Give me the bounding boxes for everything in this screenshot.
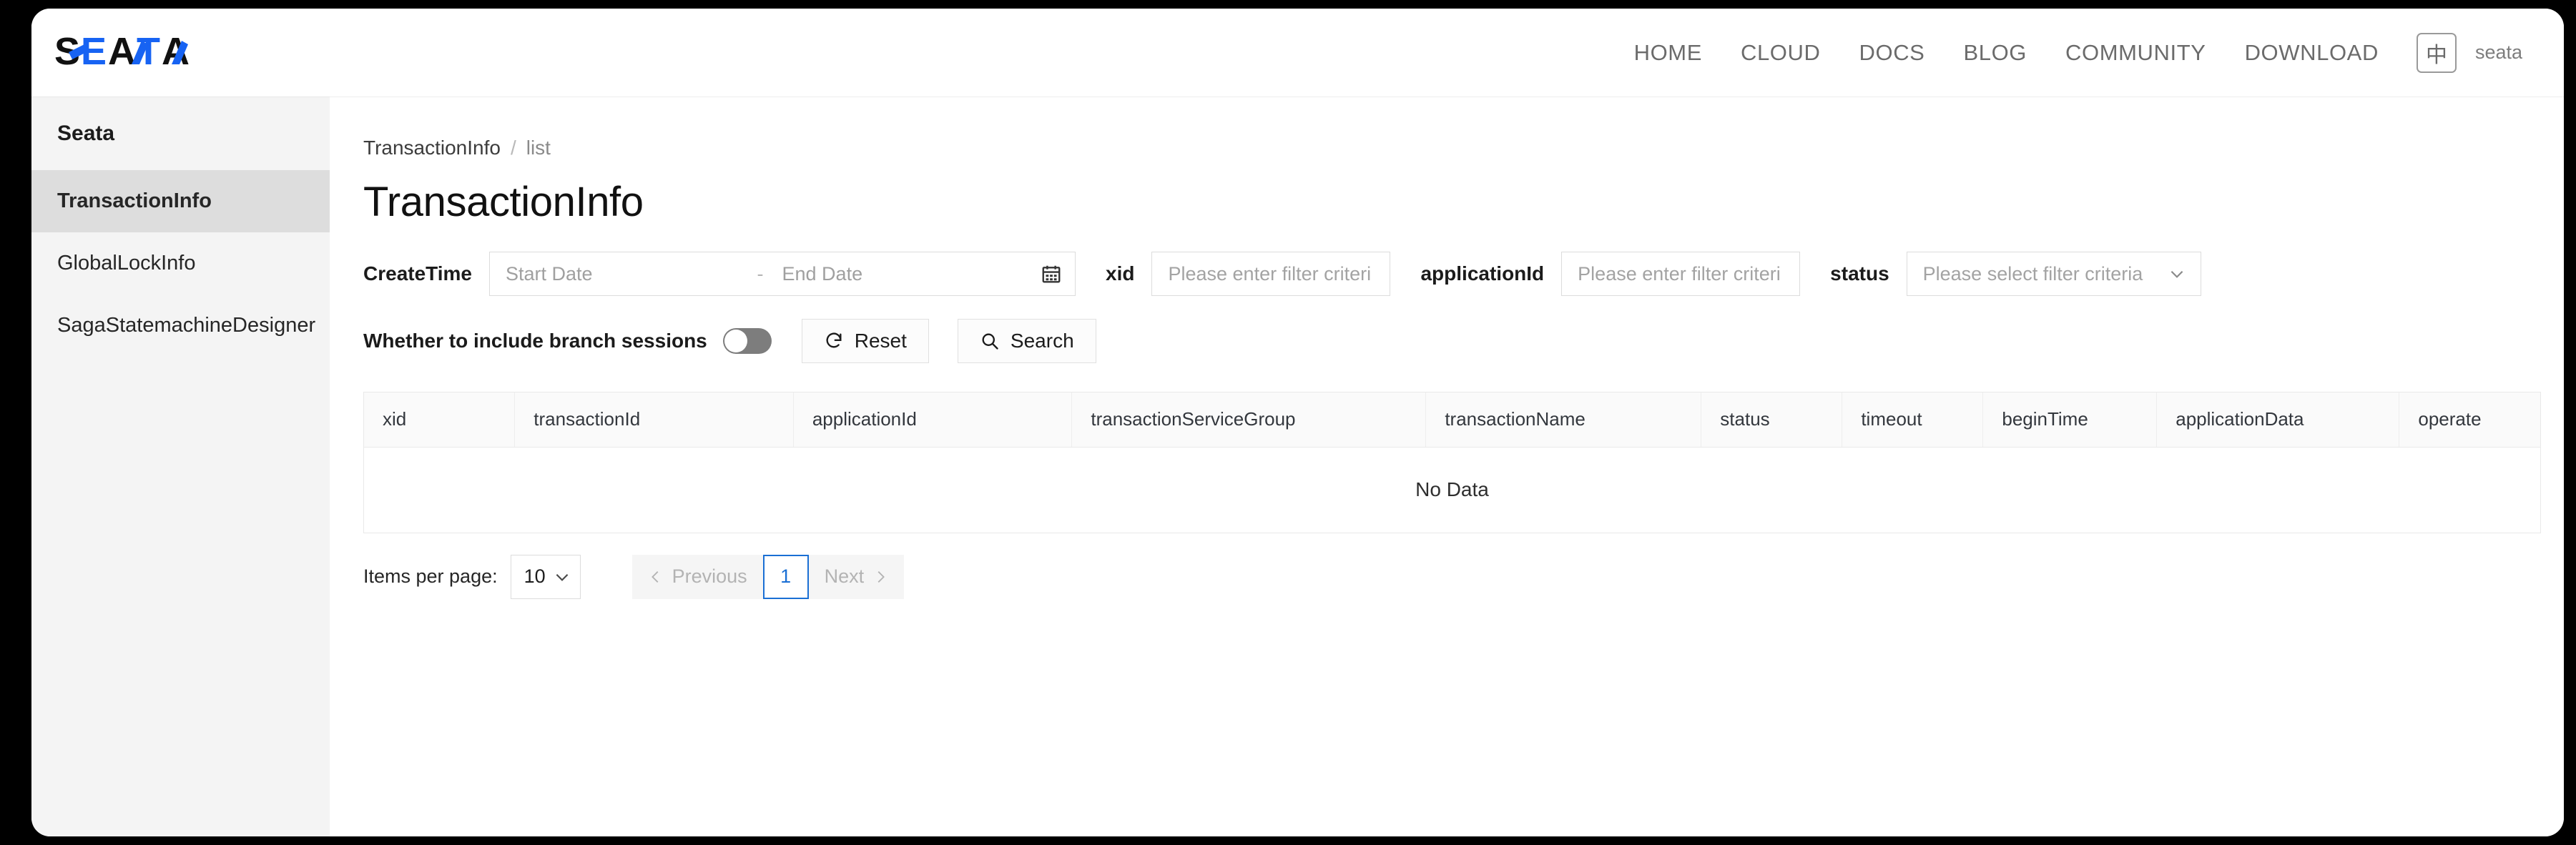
branch-sessions-toggle[interactable] [722, 328, 772, 354]
page-number-1[interactable]: 1 [762, 554, 809, 599]
chevron-down-icon [553, 568, 571, 586]
previous-page-label: Previous [672, 565, 747, 587]
user-name-label[interactable]: seata [2475, 41, 2535, 64]
status-label: status [1830, 262, 1889, 285]
chevron-left-icon [648, 569, 664, 585]
createtime-label: CreateTime [363, 262, 473, 285]
table-header-row: xid transactionId applicationId transact… [364, 392, 2540, 448]
column-header-xid[interactable]: xid [364, 392, 516, 448]
column-header-transactionid[interactable]: transactionId [514, 392, 794, 448]
items-per-page-value: 10 [523, 565, 546, 587]
sidebar-item-globallockinfo[interactable]: GlobalLockInfo [31, 232, 330, 295]
top-navigation-bar: S E A T A HOME CLOUD DOCS BLOG COMMUNITY… [31, 9, 2564, 97]
table-header: xid transactionId applicationId transact… [364, 392, 2540, 448]
applicationid-input[interactable]: Please enter filter criteri [1561, 252, 1801, 296]
status-select[interactable]: Please select filter criteria [1906, 252, 2201, 296]
applicationid-label: applicationId [1420, 262, 1545, 285]
sidebar: Seata TransactionInfo GlobalLockInfo Sag… [31, 97, 330, 836]
sidebar-item-transactioninfo[interactable]: TransactionInfo [31, 170, 330, 232]
nav-link-blog[interactable]: BLOG [1944, 33, 2046, 73]
search-button[interactable]: Search [957, 319, 1096, 363]
page-title: TransactionInfo [363, 179, 644, 225]
sidebar-title: Seata [57, 122, 115, 145]
svg-text:A: A [162, 31, 190, 73]
app-window: S E A T A HOME CLOUD DOCS BLOG COMMUNITY… [31, 9, 2564, 836]
pagination-nav: Previous 1 Next [631, 554, 905, 599]
svg-text:A: A [108, 31, 136, 73]
column-header-begintime[interactable]: beginTime [1982, 392, 2158, 448]
breadcrumb-root[interactable]: TransactionInfo [363, 137, 501, 159]
start-date-input[interactable]: Start Date [490, 263, 754, 285]
nav-link-docs[interactable]: DOCS [1840, 33, 1945, 73]
next-page-label: Next [824, 565, 865, 587]
pagination: Items per page: 10 Previous 1 Next [330, 533, 2564, 599]
column-header-status[interactable]: status [1701, 392, 1843, 448]
items-per-page-label: Items per page: [363, 565, 498, 587]
column-header-operate[interactable]: operate [2399, 392, 2540, 448]
end-date-input[interactable]: End Date [767, 263, 1031, 285]
nav-links: HOME CLOUD DOCS BLOG COMMUNITY DOWNLOAD … [1615, 32, 2564, 73]
next-page-button[interactable]: Next [809, 555, 905, 599]
search-icon [980, 331, 1000, 351]
toggle-row: Whether to include branch sessions Reset [330, 296, 2564, 363]
branch-sessions-label: Whether to include branch sessions [363, 330, 707, 352]
toggle-knob [724, 330, 747, 352]
table-body: No Data [364, 447, 2540, 533]
sidebar-item-sagastatemachinedesigner[interactable]: SagaStatemachineDesigner [31, 295, 330, 357]
reset-button-label: Reset [854, 330, 907, 352]
main-content: TransactionInfo / list TransactionInfo C… [330, 97, 2564, 836]
column-header-timeout[interactable]: timeout [1842, 392, 1984, 448]
chevron-right-icon [872, 569, 888, 585]
refresh-icon [824, 331, 844, 351]
language-switch-button[interactable]: 中 [2416, 32, 2457, 73]
column-header-applicationid[interactable]: applicationId [793, 392, 1073, 448]
chevron-down-icon [2168, 265, 2186, 283]
breadcrumb-separator: / [510, 137, 516, 159]
items-per-page-select[interactable]: 10 [510, 554, 581, 599]
search-button-label: Search [1010, 330, 1074, 352]
seata-logo-icon: S E A T A [54, 31, 190, 73]
createtime-daterange-picker[interactable]: Start Date - End Date [489, 252, 1076, 296]
table-empty-row: No Data [364, 447, 2540, 533]
filter-row: CreateTime Start Date - End Date xid Ple… [330, 226, 2564, 296]
xid-label: xid [1106, 262, 1135, 285]
column-header-applicationdata[interactable]: applicationData [2156, 392, 2400, 448]
transactions-table: xid transactionId applicationId transact… [363, 392, 2541, 533]
column-header-transactionservicegroup[interactable]: transactionServiceGroup [1071, 392, 1427, 448]
nav-link-download[interactable]: DOWNLOAD [2226, 33, 2398, 73]
nav-link-cloud[interactable]: CLOUD [1721, 33, 1840, 73]
no-data-message: No Data [364, 447, 2540, 533]
reset-button[interactable]: Reset [801, 319, 929, 363]
daterange-dash: - [757, 262, 764, 285]
nav-link-home[interactable]: HOME [1615, 33, 1721, 73]
breadcrumb: TransactionInfo / list [330, 97, 2564, 159]
column-header-transactionname[interactable]: transactionName [1425, 392, 1702, 448]
status-select-value: Please select filter criteria [1922, 262, 2143, 285]
xid-input[interactable]: Please enter filter criteri [1151, 252, 1391, 296]
calendar-icon[interactable] [1031, 263, 1075, 285]
breadcrumb-current: list [526, 137, 551, 159]
seata-logo[interactable]: S E A T A [54, 31, 237, 75]
previous-page-button[interactable]: Previous [632, 555, 763, 599]
nav-link-community[interactable]: COMMUNITY [2046, 33, 2226, 73]
